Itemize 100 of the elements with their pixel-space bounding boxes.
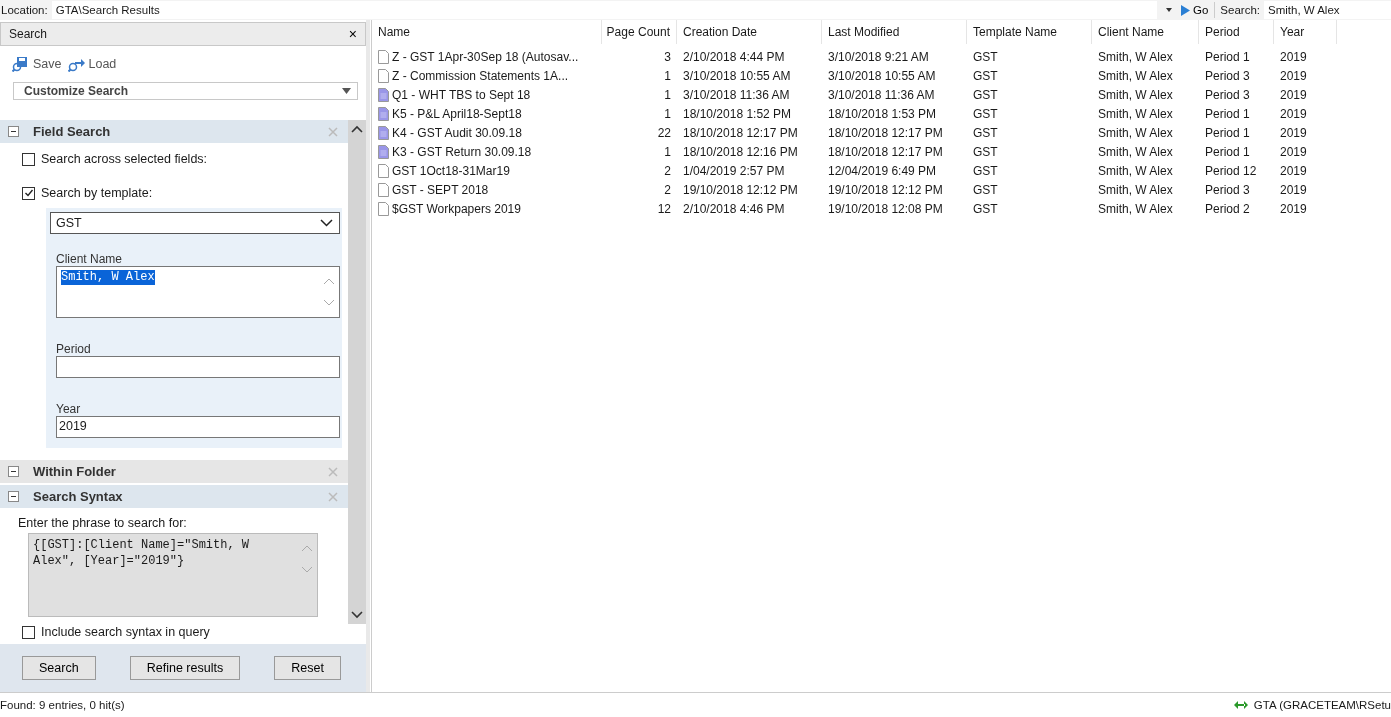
section-header[interactable]: Field Search [0, 120, 348, 143]
connection-text: GTA (GRACETEAM\RSetu [1253, 699, 1391, 711]
section-header[interactable]: Search Syntax [0, 485, 348, 508]
collapse-icon[interactable] [8, 126, 19, 137]
table-cell-text: 3 [663, 48, 672, 66]
action-button[interactable]: Reset [274, 656, 341, 680]
table-cell-text: GST [972, 124, 999, 142]
table-cell-text: GST [972, 86, 999, 104]
table-cell: Z - Commission Statements 1A... [372, 66, 602, 85]
scrollbar[interactable] [348, 120, 366, 624]
go-button[interactable]: Go [1181, 2, 1216, 18]
table-cell-text: 2019 [1279, 48, 1308, 66]
table-cell-text: GST [972, 105, 999, 123]
table-cell-text: 19/10/2018 12:08 PM [827, 200, 944, 218]
table-cell-text: Period 3 [1204, 67, 1251, 85]
status-text: Found: 9 entries, 0 hit(s) [0, 699, 125, 711]
column-header[interactable]: Name [372, 20, 602, 44]
table-cell-text: 1 [663, 67, 672, 85]
checkbox[interactable] [22, 152, 35, 166]
table-cell-text: 1/04/2019 2:57 PM [682, 162, 786, 180]
table-cell-text: 2019 [1279, 200, 1308, 218]
table-cell-text: 2019 [1279, 124, 1308, 142]
table-cell-text: Smith, W Alex [1097, 105, 1174, 123]
location-label: Location: [0, 4, 49, 16]
scroll-up-icon[interactable] [351, 125, 363, 133]
chevron-down-icon [320, 219, 333, 227]
table-cell-text: 2/10/2018 4:46 PM [682, 200, 786, 218]
table-cell-text: GST [972, 162, 999, 180]
column-header[interactable]: Last Modified [822, 20, 967, 44]
table-cell-text: Period 1 [1204, 105, 1251, 123]
table-cell: K4 - GST Audit 30.09.18 [372, 123, 602, 142]
input-field[interactable]: 2019 [56, 416, 340, 438]
column-header[interactable]: Year [1274, 20, 1337, 44]
checkbox-label: Search across selected fields: [41, 152, 208, 166]
table-cell: GST - SEPT 2018 [372, 180, 602, 199]
template-dropdown[interactable]: GST [50, 212, 340, 234]
table-cell-text: 2/10/2018 4:44 PM [682, 48, 786, 66]
document-icon [378, 68, 389, 83]
table-cell-text: Period 1 [1204, 143, 1251, 161]
action-button[interactable]: Refine results [129, 656, 241, 680]
checkbox[interactable] [22, 625, 35, 639]
table-cell-text: Smith, W Alex [1097, 162, 1174, 180]
scroll-down-icon[interactable] [351, 611, 363, 619]
table-cell-text: GST [972, 181, 999, 199]
document-icon [378, 125, 389, 140]
syntax-field[interactable]: {[GST]:[Client Name]="Smith, W Alex", [Year]="2019"} [28, 533, 318, 617]
syntax-prompt: Enter the phrase to search for: [17, 515, 188, 532]
table-cell-text: 1 [663, 105, 672, 123]
save-button[interactable]: Save [12, 56, 62, 72]
table-cell-text: Smith, W Alex [1097, 181, 1174, 199]
column-header[interactable]: Template Name [967, 20, 1092, 44]
collapse-icon[interactable] [8, 491, 19, 502]
table-cell-text: Period 12 [1204, 162, 1258, 180]
section-header[interactable]: Within Folder [0, 460, 348, 483]
document-icon [378, 106, 389, 121]
checkbox-label: Search by template: [41, 186, 153, 200]
table-cell-text: Smith, W Alex [1097, 67, 1174, 85]
collapse-icon[interactable] [8, 466, 19, 477]
column-header[interactable]: Page Count [602, 20, 677, 44]
table-cell-text: GST [972, 67, 999, 85]
input-field[interactable] [56, 356, 340, 378]
table-cell-text: 2019 [1279, 162, 1308, 180]
table-cell-text: 2 [663, 162, 672, 180]
dropdown-caret-icon[interactable] [1165, 7, 1173, 13]
search-field[interactable]: Smith, W Alex [1264, 1, 1391, 19]
load-button[interactable]: Load [67, 56, 117, 72]
table-cell-text: 22 [656, 124, 672, 142]
table-cell-text: Period 2 [1204, 200, 1251, 218]
table-cell-text: 19/10/2018 12:12 PM [682, 181, 799, 199]
action-button[interactable]: Search [22, 656, 96, 680]
table-cell-text: GST [972, 200, 999, 218]
checkbox-label: Include search syntax in query [41, 625, 210, 639]
table-cell-text: 1 [663, 143, 672, 161]
table-cell: K3 - GST Return 30.09.18 [372, 142, 602, 161]
table-cell-text: 18/10/2018 12:16 PM [682, 143, 799, 161]
column-header[interactable]: Creation Date [677, 20, 822, 44]
table-cell-text: 3/10/2018 10:55 AM [827, 67, 937, 85]
table-cell-text: 2019 [1279, 181, 1308, 199]
document-icon [378, 144, 389, 159]
play-icon [1181, 4, 1190, 16]
input-field[interactable]: Smith, W Alex [56, 266, 340, 318]
table-cell-text: 19/10/2018 12:12 PM [827, 181, 944, 199]
table-cell-text: 12 [656, 200, 672, 218]
table-cell-text: 3/10/2018 11:36 AM [682, 86, 791, 104]
customize-search-dropdown[interactable]: Customize Search [13, 82, 358, 100]
table-cell-text: 18/10/2018 1:53 PM [827, 105, 938, 123]
document-icon [378, 182, 389, 197]
table-cell-text: 2019 [1279, 67, 1308, 85]
floppy-disk-icon [12, 56, 30, 72]
column-header[interactable]: Period [1199, 20, 1274, 44]
table-cell-text: 3/10/2018 11:36 AM [827, 86, 936, 104]
checkbox[interactable] [22, 186, 35, 200]
table-cell-text: 3/10/2018 10:55 AM [682, 67, 792, 85]
close-button[interactable]: × [348, 26, 357, 42]
location-field[interactable]: GTA\Search Results [51, 1, 1157, 19]
table-cell-text: 12/04/2019 6:49 PM [827, 162, 938, 180]
table-cell: K5 - P&L April18-Sept18 [372, 104, 602, 123]
table-cell-text: 2019 [1279, 143, 1308, 161]
column-header[interactable]: Client Name [1092, 20, 1199, 44]
table-cell-text: 18/10/2018 12:17 PM [682, 124, 799, 142]
